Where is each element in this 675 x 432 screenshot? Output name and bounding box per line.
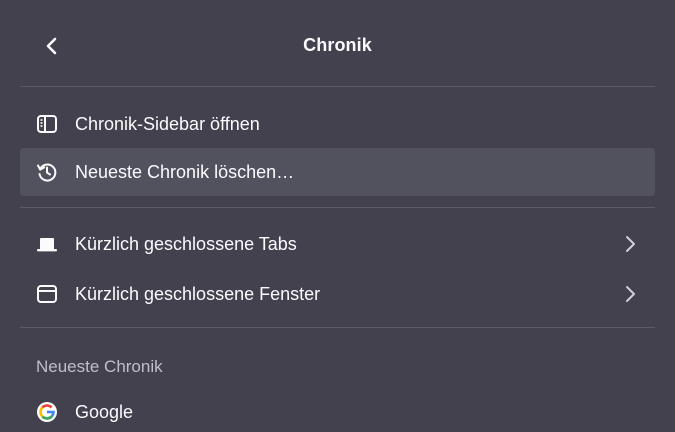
recent-history-item[interactable]: Google bbox=[20, 388, 655, 432]
google-favicon-icon bbox=[36, 401, 58, 423]
menu-item-recently-closed-windows[interactable]: Kürzlich geschlossene Fenster bbox=[20, 270, 655, 318]
menu-item-label: Neueste Chronik löschen… bbox=[75, 161, 295, 182]
panel-title: Chronik bbox=[303, 35, 372, 55]
menu-item-label: Kürzlich geschlossene Tabs bbox=[75, 233, 297, 254]
chevron-right-icon bbox=[626, 286, 635, 302]
history-panel: Chronik Chronik-Sidebar öffnen Neueste C… bbox=[0, 0, 675, 432]
window-icon bbox=[36, 283, 58, 305]
sidebar-icon bbox=[36, 113, 58, 135]
section-divider bbox=[20, 207, 655, 208]
menu-item-recently-closed-tabs[interactable]: Kürzlich geschlossene Tabs bbox=[20, 220, 655, 268]
recent-history-label: Google bbox=[75, 401, 134, 422]
panel-header: Chronik bbox=[0, 0, 675, 86]
header-divider bbox=[20, 86, 655, 87]
history-clear-icon bbox=[36, 161, 58, 183]
tab-icon bbox=[36, 233, 58, 255]
menu-item-open-history-sidebar[interactable]: Chronik-Sidebar öffnen bbox=[20, 100, 655, 148]
chevron-right-icon bbox=[626, 236, 635, 252]
menu-item-label: Kürzlich geschlossene Fenster bbox=[75, 283, 321, 304]
menu-item-clear-recent-history[interactable]: Neueste Chronik löschen… bbox=[20, 148, 655, 196]
recent-history-heading: Neueste Chronik bbox=[36, 357, 163, 376]
section-divider bbox=[20, 327, 655, 328]
menu-item-label: Chronik-Sidebar öffnen bbox=[75, 113, 260, 134]
